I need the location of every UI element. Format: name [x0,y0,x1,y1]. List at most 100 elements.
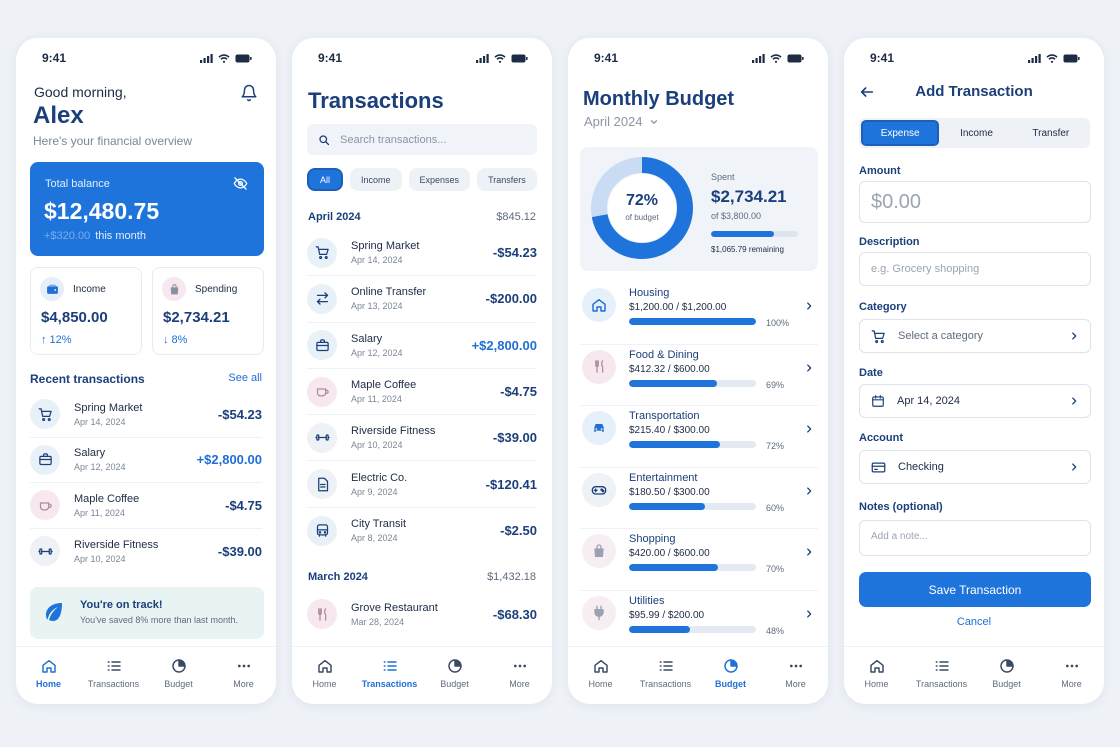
segment-transfer[interactable]: Transfer [1014,120,1088,146]
nav-item-home[interactable]: Home [568,647,633,704]
budget-category-row[interactable]: Housing $1,200.00 / $1,200.00 100% [580,283,818,345]
nav-item-transactions[interactable]: Transactions [81,647,146,704]
transaction-row[interactable]: Riverside Fitness Apr 10, 2024 -$39.00 [30,529,262,575]
transaction-row[interactable]: City Transit Apr 8, 2024 -$2.50 [307,508,537,554]
chevron-right-icon [1072,463,1077,471]
transaction-row[interactable]: Grove Restaurant Mar 28, 2024 -$68.30 [307,591,537,637]
form-title: Add Transaction [915,83,1033,100]
spent-progress-bar [711,231,798,237]
budget-category-row[interactable]: Utilities $95.99 / $200.00 48% [580,591,818,653]
chevron-right-icon [804,360,814,378]
list-icon [105,657,123,675]
nav-item-more[interactable]: More [211,647,276,704]
nav-item-home[interactable]: Home [292,647,357,704]
eye-off-icon[interactable] [233,176,248,196]
month-selector[interactable]: April 2024 [584,114,659,129]
budget-category-row[interactable]: Transportation $215.40 / $300.00 72% [580,406,818,468]
spent-progress-fill [711,231,774,237]
nav-item-more[interactable]: More [487,647,552,704]
nav-item-budget[interactable]: Budget [146,647,211,704]
amount-input[interactable] [871,190,1079,214]
recent-transactions-title: Recent transactions [30,372,145,386]
chevron-right-icon [804,421,814,439]
more-dots-icon [235,657,253,675]
transaction-row[interactable]: Spring Market Apr 14, 2024 -$54.23 [30,392,262,438]
account-value: Checking [898,461,944,473]
budget-category-row[interactable]: Shopping $420.00 / $600.00 70% [580,529,818,591]
category-select[interactable]: Select a category [859,319,1091,353]
total-balance-card[interactable]: Total balance $12,480.75 +$320.00 this mo… [30,162,264,256]
transaction-text: Maple Coffee Apr 11, 2024 [351,379,500,404]
nav-item-transactions[interactable]: Transactions [357,647,422,704]
category-name: Housing [629,287,670,299]
notification-bell-icon[interactable] [240,84,258,107]
more-dots-icon [787,657,805,675]
filter-chip-expenses[interactable]: Expenses [408,168,471,191]
amount-field[interactable] [859,181,1091,223]
description-field[interactable] [859,252,1091,286]
segment-income[interactable]: Income [939,120,1013,146]
group-title: April 2024 [308,211,361,223]
cancel-button[interactable]: Cancel [844,616,1104,628]
search-input[interactable] [340,133,530,146]
transaction-row[interactable]: Riverside Fitness Apr 10, 2024 -$39.00 [307,415,537,462]
transaction-row[interactable]: Maple Coffee Apr 11, 2024 -$4.75 [307,369,537,416]
search-box[interactable] [307,124,537,155]
see-all-link[interactable]: See all [228,372,262,386]
notes-field[interactable] [859,520,1091,556]
date-picker[interactable]: Apr 14, 2024 [859,384,1091,418]
save-transaction-button[interactable]: Save Transaction [859,572,1091,607]
nav-label: Budget [164,679,193,689]
category-percent: 100% [766,318,790,328]
transaction-row[interactable]: Maple Coffee Apr 11, 2024 -$4.75 [30,483,262,529]
filter-chip-all[interactable]: All [307,168,344,191]
nav-item-more[interactable]: More [1039,647,1104,704]
category-name: Food & Dining [629,348,699,361]
transaction-row[interactable]: Salary Apr 12, 2024 +$2,800.00 [307,323,537,369]
segment-expense[interactable]: Expense [861,120,940,146]
nav-item-transactions[interactable]: Transactions [909,647,974,704]
pie-chart-icon [446,657,464,675]
nav-item-budget[interactable]: Budget [974,647,1039,704]
budget-category-row[interactable]: Food & Dining $412.32 / $600.00 69% [580,345,818,407]
transaction-amount: -$4.75 [500,384,537,400]
transaction-row[interactable]: Online Transfer Apr 13, 2024 -$200.00 [307,276,537,323]
description-input[interactable] [871,263,1079,275]
nav-item-budget[interactable]: Budget [698,647,763,704]
more-dots-icon [511,657,529,675]
transaction-text: Online Transfer Apr 13, 2024 [351,286,486,311]
on-track-banner: You're on track! You've saved 8% more th… [30,587,264,639]
category-amounts: $95.99 / $200.00 [629,609,705,621]
filter-chip-transfers[interactable]: Transfers [477,168,537,191]
nav-item-home[interactable]: Home [16,647,81,704]
page-title: Transactions [308,88,444,113]
nav-item-transactions[interactable]: Transactions [633,647,698,704]
account-select[interactable]: Checking [859,450,1091,484]
notes-input[interactable] [871,531,1079,542]
income-card[interactable]: Income $4,850.00 ↑ 12% [30,267,142,355]
wifi-icon [218,53,230,63]
transaction-date: Apr 8, 2024 [351,533,398,544]
transaction-amount: -$200.00 [485,291,537,307]
home-nav-icon [316,657,334,675]
nav-label: Transactions [915,679,968,689]
notes-label: Notes (optional) [859,501,943,513]
transaction-row[interactable]: Electric Co. Apr 9, 2024 -$120.41 [307,461,537,508]
income-change: ↑ 12% [41,334,72,346]
filter-chip-income[interactable]: Income [350,168,402,191]
nav-item-home[interactable]: Home [844,647,909,704]
transaction-row[interactable]: Salary Apr 12, 2024 +$2,800.00 [30,438,262,483]
home-nav-icon [592,657,610,675]
nav-item-more[interactable]: More [763,647,828,704]
budget-category-row[interactable]: Entertainment $180.50 / $300.00 60% [580,468,818,530]
transaction-row[interactable]: Spring Market Apr 14, 2024 -$54.23 [307,230,537,277]
spent-of: of $3,800.00 [711,211,762,221]
spending-card[interactable]: Spending $2,734.21 ↓ 8% [152,267,264,355]
transaction-name: Online Transfer [351,286,427,299]
balance-label: Total balance [45,178,110,190]
nav-label: More [785,679,806,689]
category-percent: 60% [766,502,785,513]
nav-item-budget[interactable]: Budget [422,647,487,704]
chevron-right-icon [1072,332,1077,340]
status-icons [752,53,804,63]
